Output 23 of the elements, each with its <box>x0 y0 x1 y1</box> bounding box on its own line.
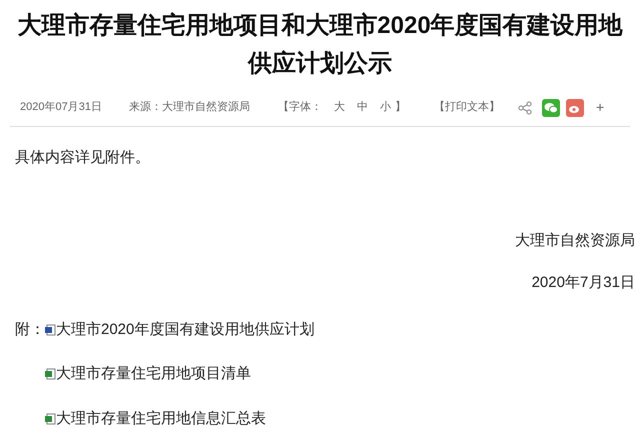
font-size-link[interactable]: 大 <box>334 99 345 116</box>
attachments-label: 附： <box>15 320 45 340</box>
signature-text: 大理市自然资源局 <box>514 230 635 250</box>
signature-date: 2020年7月31日 <box>530 273 635 293</box>
font-size-bracket: 】 <box>394 100 406 116</box>
font-size-label: 【字体： <box>278 100 322 116</box>
font-size-link[interactable]: 中 <box>356 99 368 116</box>
attachment-link[interactable]: 大理市2020年度国有建设用地供应计划 <box>56 318 314 341</box>
document-icon <box>45 324 56 336</box>
share-icon[interactable] <box>518 100 532 114</box>
spreadsheet-icon <box>45 368 56 380</box>
print-link[interactable]: 【打印文本】 <box>434 99 500 116</box>
publish-date: 2020年07月31日 <box>20 100 102 116</box>
article-title: 大理市存量住宅用地项目和大理市2020年度国有建设用地供应计划公示 <box>16 11 624 79</box>
weibo-icon[interactable] <box>566 98 584 116</box>
attachment-link[interactable]: 大理市存量住宅用地项目清单 <box>56 363 251 386</box>
attachment-link[interactable]: 大理市存量住宅用地信息汇总表 <box>56 408 266 430</box>
wechat-icon[interactable] <box>542 98 560 116</box>
source-text: 来源：大理市自然资源局 <box>128 100 250 116</box>
spreadsheet-icon <box>45 412 56 425</box>
font-size-link[interactable]: 小 <box>380 99 391 116</box>
body-text: 具体内容详见附件。 <box>15 148 151 168</box>
more-share-button[interactable]: + <box>596 97 604 118</box>
